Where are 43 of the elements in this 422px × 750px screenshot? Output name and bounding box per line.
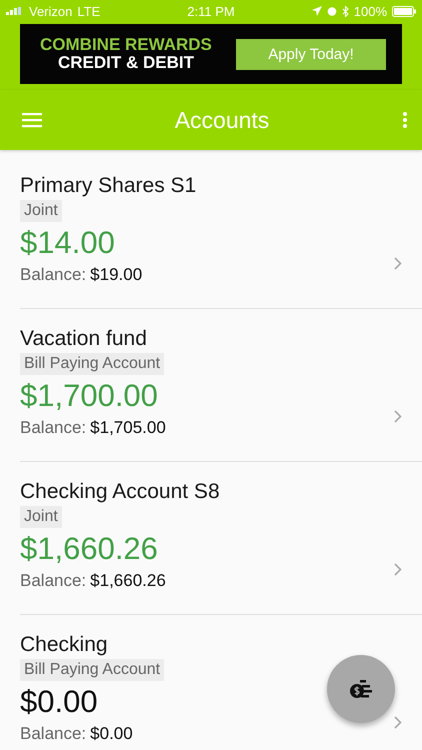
account-name: Checking: [20, 632, 108, 658]
account-name: Vacation fund: [20, 326, 147, 352]
battery-percent: 100%: [354, 4, 388, 18]
more-icon[interactable]: [402, 111, 408, 129]
ad-headline: COMBINE REWARDS: [40, 36, 212, 54]
account-tag: Bill Paying Account: [20, 353, 164, 375]
chevron-icon: [394, 563, 402, 576]
account-row[interactable]: Checking Account S8 Joint $1,660.26 Balance: $1,660.26: [20, 462, 422, 615]
bluetooth-icon: [342, 6, 349, 16]
account-name: Checking Account S8: [20, 479, 220, 505]
chevron-icon: [394, 257, 402, 270]
account-tag: Bill Paying Account: [20, 659, 164, 681]
account-row[interactable]: Vacation fund Bill Paying Account $1,700.00 Balance: $1,705.00: [20, 309, 422, 462]
balance-value: $0.00: [90, 723, 133, 745]
signal-icon: [6, 7, 24, 15]
available-amount: $0.00: [20, 683, 98, 721]
battery-icon: [392, 6, 416, 16]
transfer-button[interactable]: [327, 655, 395, 723]
available-amount: $1,660.26: [20, 530, 158, 568]
balance-value: $1,705.00: [90, 417, 166, 439]
available-amount: $14.00: [20, 224, 115, 262]
available-amount: $1,700.00: [20, 377, 158, 415]
time: 2:11 PM: [187, 4, 235, 18]
balance-label: Balance:: [20, 723, 86, 745]
chevron-icon: [394, 716, 402, 729]
coins-icon: [348, 678, 374, 700]
ad-banner[interactable]: COMBINE REWARDS CREDIT & DEBIT Apply Today!: [20, 24, 402, 84]
network-type: LTE: [77, 4, 100, 18]
balance-label: Balance:: [20, 570, 86, 592]
ad-subline: CREDIT & DEBIT: [58, 54, 194, 72]
carrier: Verizon: [29, 4, 72, 18]
location-icon: [312, 6, 322, 16]
chevron-icon: [394, 410, 402, 423]
balance-value: $1,660.26: [90, 570, 166, 592]
account-name: Primary Shares S1: [20, 173, 196, 199]
page-title: Accounts: [174, 106, 270, 134]
account-row[interactable]: Primary Shares S1 Joint $14.00 Balance: $19.00: [20, 156, 422, 309]
account-tag: Joint: [20, 506, 62, 528]
balance-label: Balance:: [20, 417, 86, 439]
balance-label: Balance:: [20, 264, 86, 286]
menu-icon[interactable]: [22, 112, 42, 128]
balance-value: $19.00: [90, 264, 142, 286]
account-tag: Joint: [20, 200, 62, 222]
